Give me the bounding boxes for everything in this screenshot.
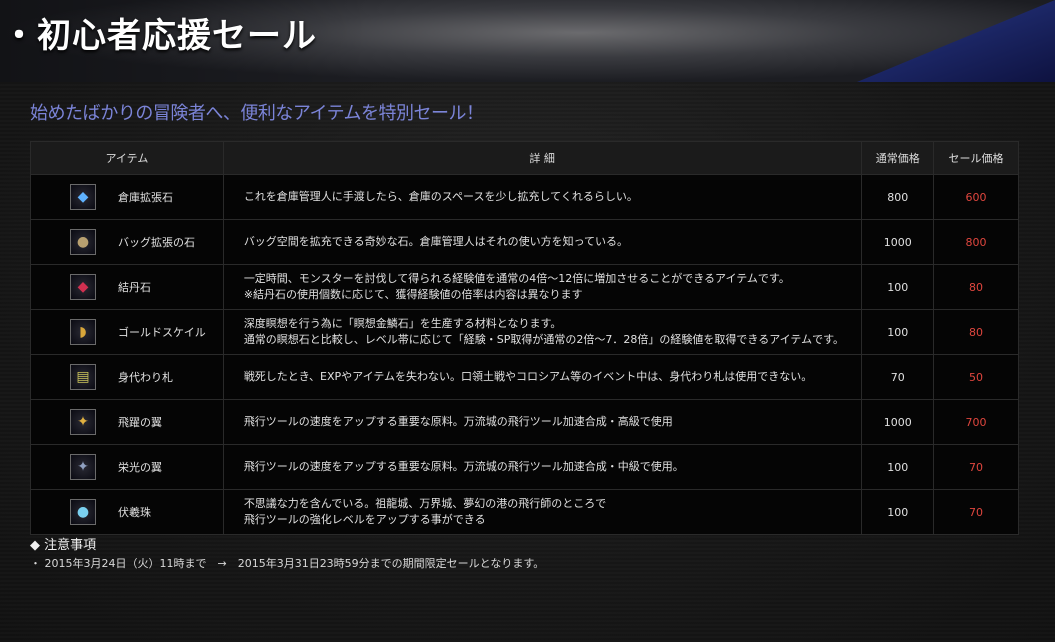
item-cell: ◗ ゴールドスケイル <box>30 309 224 355</box>
table-row: ▤ 身代わり札 戦死したとき、EXPやアイテムを失わない。口領土戦やコロシアム等のイ… <box>30 354 1019 400</box>
table-row: ◆ 結丹石 一定時間、モンスターを討伐して得られる経験値を通常の4倍～12倍に増加さ… <box>30 264 1019 310</box>
item-cell: ● バッグ拡張の石 <box>30 219 224 265</box>
table-row: ● 伏羲珠 不思議な力を含んでいる。祖龍城、万界城、夢幻の港の飛行師のところで 飛行… <box>30 489 1019 535</box>
red-gem-icon: ◆ <box>70 274 96 300</box>
skull-stone-icon: ● <box>70 229 96 255</box>
normal-price: 70 <box>861 354 935 400</box>
table-row: ◆ 倉庫拡張石 これを倉庫管理人に手渡したら、倉庫のスペースを少し拡充してくれるらし… <box>30 174 1019 220</box>
normal-price: 100 <box>861 489 935 535</box>
item-name: 身代わり札 <box>118 371 173 384</box>
detail-cell: バッグ空間を拡充できる奇妙な石。倉庫管理人はそれの使い方を知っている。 <box>222 219 863 265</box>
normal-price: 1000 <box>861 219 935 265</box>
item-name: 伏羲珠 <box>118 506 151 519</box>
item-detail: これを倉庫管理人に手渡したら、倉庫のスペースを少し拡充してくれるらしい。 <box>243 190 638 203</box>
table-row: ✦ 飛躍の翼 飛行ツールの速度をアップする重要な原料。万流城の飛行ツール加速合成・高… <box>30 399 1019 445</box>
item-cell: ◆ 結丹石 <box>30 264 224 310</box>
detail-cell: 飛行ツールの速度をアップする重要な原料。万流城の飛行ツール加速合成・中級で使用。 <box>222 444 863 490</box>
golden-wing-icon: ✦ <box>70 409 96 435</box>
item-cell: ◆ 倉庫拡張石 <box>30 174 224 220</box>
banner-title: ・初心者応援セール <box>2 16 317 56</box>
sale-price: 700 <box>933 399 1019 445</box>
orb-icon: ● <box>70 499 96 525</box>
notes-line: ・ 2015年3月24日（火）11時まで → 2015年3月31日23時59分ま… <box>30 557 545 570</box>
item-detail: 飛行ツールの速度をアップする重要な原料。万流城の飛行ツール加速合成・高級で使用 <box>243 415 673 428</box>
detail-cell: 飛行ツールの速度をアップする重要な原料。万流城の飛行ツール加速合成・高級で使用 <box>222 399 863 445</box>
header-normal-price: 通常価格 <box>861 141 935 175</box>
item-cell: ● 伏羲珠 <box>30 489 224 535</box>
normal-price: 100 <box>861 264 935 310</box>
table-row: ● バッグ拡張の石 バッグ空間を拡充できる奇妙な石。倉庫管理人はそれの使い方を知って… <box>30 219 1019 265</box>
item-name: 栄光の翼 <box>118 461 162 474</box>
item-name: バッグ拡張の石 <box>118 236 195 249</box>
header-sale-price: セール価格 <box>933 141 1019 175</box>
content-area: 始めたばかりの冒険者へ、便利なアイテムを特別セール！ アイテム 詳 細 通常価格… <box>0 82 1055 642</box>
item-detail: バッグ空間を拡充できる奇妙な石。倉庫管理人はそれの使い方を知っている。 <box>243 235 629 248</box>
item-detail: 不思議な力を含んでいる。祖龍城、万界城、夢幻の港の飛行師のところで 飛行ツールの… <box>243 497 607 526</box>
detail-cell: 一定時間、モンスターを討伐して得られる経験値を通常の4倍～12倍に増加させること… <box>222 264 863 310</box>
item-detail: 飛行ツールの速度をアップする重要な原料。万流城の飛行ツール加速合成・中級で使用。 <box>243 460 684 473</box>
sale-price: 70 <box>933 489 1019 535</box>
item-name: ゴールドスケイル <box>118 326 206 339</box>
header-item: アイテム <box>30 141 224 175</box>
normal-price: 100 <box>861 444 935 490</box>
table-row: ✦ 栄光の翼 飛行ツールの速度をアップする重要な原料。万流城の飛行ツール加速合成・中… <box>30 444 1019 490</box>
item-name: 倉庫拡張石 <box>118 191 173 204</box>
item-detail: 深度瞑想を行う為に「瞑想金鱗石」を生産する材料となります。 通常の瞑想石と比較し… <box>243 317 844 346</box>
banner: ・初心者応援セール <box>0 0 1055 82</box>
item-cell: ✦ 栄光の翼 <box>30 444 224 490</box>
sale-price: 70 <box>933 444 1019 490</box>
sale-price: 80 <box>933 264 1019 310</box>
silver-wing-icon: ✦ <box>70 454 96 480</box>
item-name: 飛躍の翼 <box>118 416 162 429</box>
talisman-icon: ▤ <box>70 364 96 390</box>
item-cell: ▤ 身代わり札 <box>30 354 224 400</box>
sale-table: アイテム 詳 細 通常価格 セール価格 ◆ 倉庫拡張石 これを倉庫管理人に手渡したら… <box>30 141 1019 535</box>
gold-scale-icon: ◗ <box>70 319 96 345</box>
item-detail: 戦死したとき、EXPやアイテムを失わない。口領土戦やコロシアム等のイベント中は、… <box>243 370 813 383</box>
lead-text: 始めたばかりの冒険者へ、便利なアイテムを特別セール！ <box>30 103 484 124</box>
sale-price: 800 <box>933 219 1019 265</box>
detail-cell: 深度瞑想を行う為に「瞑想金鱗石」を生産する材料となります。 通常の瞑想石と比較し… <box>222 309 863 355</box>
sale-price: 600 <box>933 174 1019 220</box>
detail-cell: これを倉庫管理人に手渡したら、倉庫のスペースを少し拡充してくれるらしい。 <box>222 174 863 220</box>
notes-heading: ◆ 注意事項 <box>30 538 97 553</box>
detail-cell: 不思議な力を含んでいる。祖龍城、万界城、夢幻の港の飛行師のところで 飛行ツールの… <box>222 489 863 535</box>
table-row: ◗ ゴールドスケイル 深度瞑想を行う為に「瞑想金鱗石」を生産する材料となります。 通… <box>30 309 1019 355</box>
item-name: 結丹石 <box>118 281 151 294</box>
detail-cell: 戦死したとき、EXPやアイテムを失わない。口領土戦やコロシアム等のイベント中は、… <box>222 354 863 400</box>
item-cell: ✦ 飛躍の翼 <box>30 399 224 445</box>
sale-price: 50 <box>933 354 1019 400</box>
blue-crystal-icon: ◆ <box>70 184 96 210</box>
normal-price: 800 <box>861 174 935 220</box>
normal-price: 100 <box>861 309 935 355</box>
sale-price: 80 <box>933 309 1019 355</box>
normal-price: 1000 <box>861 399 935 445</box>
table-header-row: アイテム 詳 細 通常価格 セール価格 <box>30 141 1019 175</box>
header-detail: 詳 細 <box>222 141 863 175</box>
item-detail: 一定時間、モンスターを討伐して得られる経験値を通常の4倍～12倍に増加させること… <box>243 272 790 301</box>
